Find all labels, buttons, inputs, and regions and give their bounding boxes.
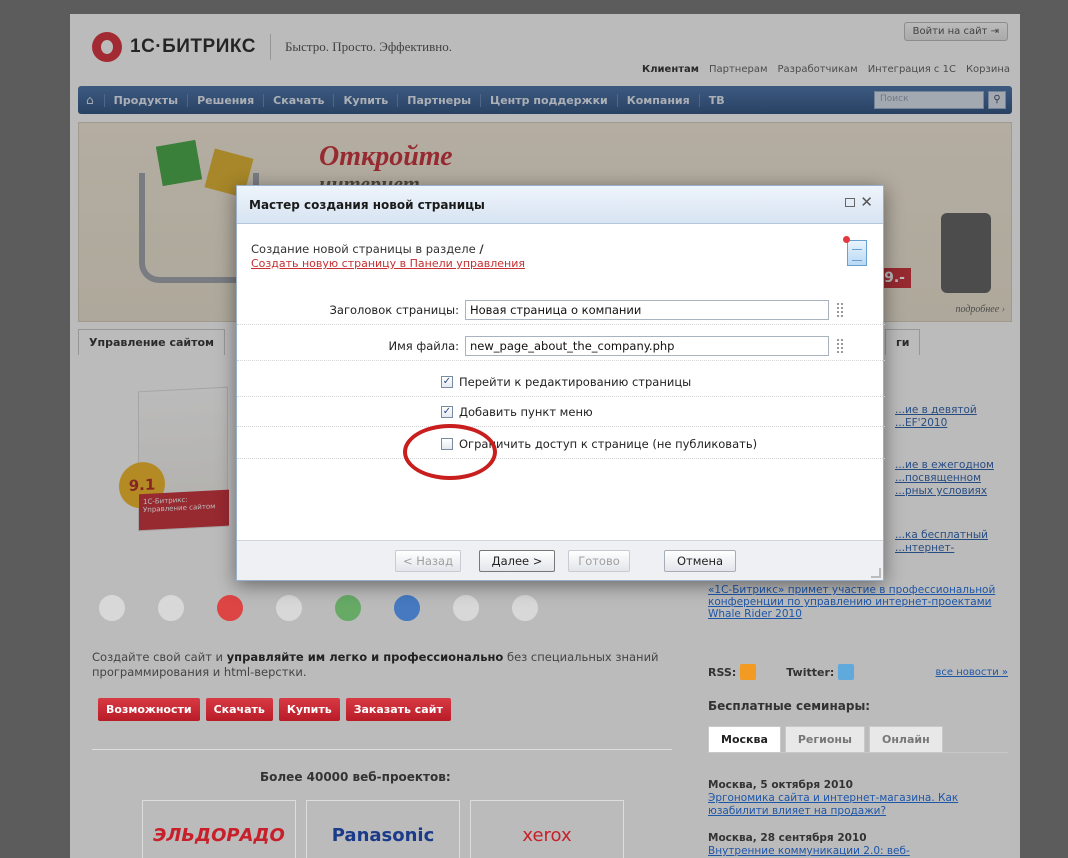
back-button[interactable]: < Назад xyxy=(395,550,461,572)
file-name-row: Имя файла: new_page_about_the_company.ph… xyxy=(237,333,885,361)
add-menu-item-checkbox[interactable]: ✓ xyxy=(441,406,453,418)
close-icon[interactable]: ✕ xyxy=(860,193,873,211)
edit-page-checkbox[interactable]: ✓ xyxy=(441,376,453,388)
new-page-wizard-dialog: Мастер создания новой страницы ✕ Создани… xyxy=(236,185,885,581)
maximize-icon[interactable] xyxy=(845,198,855,207)
highlight-annotation xyxy=(403,424,497,480)
page-title-label: Заголовок страницы: xyxy=(329,303,459,317)
cancel-button[interactable]: Отмена xyxy=(664,550,736,572)
file-name-label: Имя файла: xyxy=(388,339,459,353)
edit-page-label[interactable]: Перейти к редактированию страницы xyxy=(459,375,691,389)
new-page-icon xyxy=(843,236,867,266)
dialog-header[interactable]: Мастер создания новой страницы ✕ xyxy=(237,186,883,224)
checkbox-row: ✓ Перейти к редактированию страницы xyxy=(237,369,885,397)
description-text: Создание новой страницы в разделе xyxy=(251,242,476,256)
checkbox-row: Ограничить доступ к странице (не публико… xyxy=(237,431,885,459)
next-button[interactable]: Далее > xyxy=(479,550,555,572)
file-name-input[interactable]: new_page_about_the_company.php xyxy=(465,336,829,356)
resize-handle-icon[interactable] xyxy=(871,568,881,578)
done-button[interactable]: Готово xyxy=(568,550,630,572)
checkbox-row: ✓ Добавить пункт меню xyxy=(237,399,885,427)
dialog-title: Мастер создания новой страницы xyxy=(249,198,485,212)
restrict-access-label[interactable]: Ограничить доступ к странице (не публико… xyxy=(459,437,757,451)
dialog-footer: < Назад Далее > Готово Отмена xyxy=(237,540,883,580)
add-menu-item-label[interactable]: Добавить пункт меню xyxy=(459,405,593,419)
section-path: / xyxy=(479,242,484,256)
dialog-description: Создание новой страницы в разделе / xyxy=(251,242,484,256)
page-title-row: Заголовок страницы: Новая страница о ком… xyxy=(237,297,885,325)
grip-icon[interactable] xyxy=(837,303,843,317)
page-title-input[interactable]: Новая страница о компании xyxy=(465,300,829,320)
control-panel-link[interactable]: Создать новую страницу в Панели управлен… xyxy=(251,257,525,270)
grip-icon[interactable] xyxy=(837,339,843,353)
